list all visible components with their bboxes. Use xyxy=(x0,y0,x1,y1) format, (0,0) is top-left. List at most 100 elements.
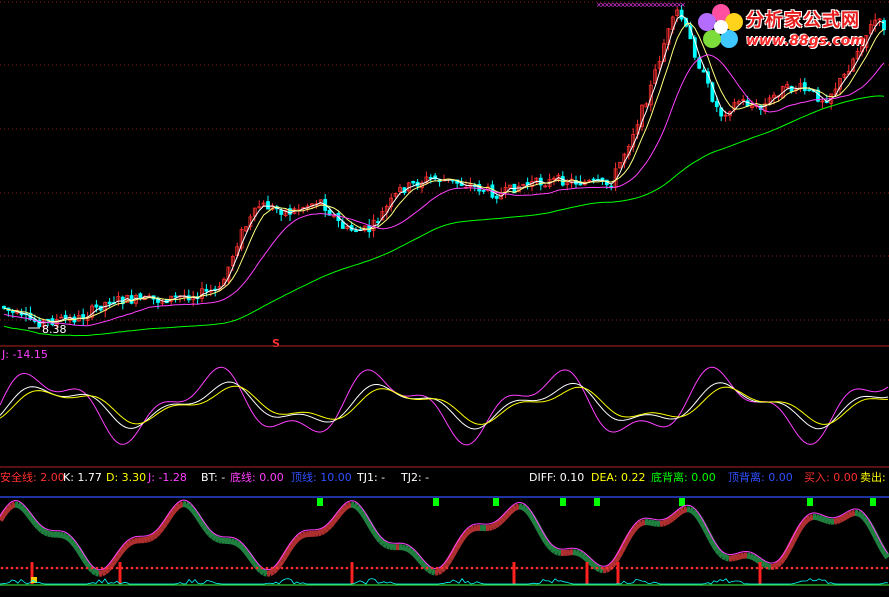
safety-dot xyxy=(305,566,309,570)
top-signal-block xyxy=(807,498,813,506)
safety-dot xyxy=(550,566,554,570)
band-segment xyxy=(61,532,68,540)
safety-dot xyxy=(0,566,4,570)
safety-dot xyxy=(90,566,94,570)
safety-dot xyxy=(130,566,134,570)
band-segment xyxy=(171,505,180,513)
safety-dot xyxy=(160,566,164,570)
chart-canvas[interactable]: ×××××××××××××××××××××× 8.38 S J: -14.15 … xyxy=(0,0,889,597)
safety-dot xyxy=(250,566,254,570)
safety-dot xyxy=(380,566,384,570)
safety-dot xyxy=(195,566,199,570)
safety-dot xyxy=(595,566,599,570)
band-segment xyxy=(347,501,352,509)
safety-dot xyxy=(780,566,784,570)
candle-body xyxy=(591,178,596,181)
buy-signal-bar xyxy=(616,562,620,584)
band-segment xyxy=(240,545,249,554)
safety-dot xyxy=(645,566,649,570)
top-signal-block xyxy=(870,498,876,506)
band-segment xyxy=(856,510,863,518)
safety-dot xyxy=(335,566,339,570)
band-segment xyxy=(288,540,297,549)
safety-dot xyxy=(880,566,884,570)
band-segment xyxy=(59,531,64,539)
ma-line-14 xyxy=(3,54,885,327)
safety-dot xyxy=(665,566,669,570)
safety-dot xyxy=(785,566,789,570)
safety-dot xyxy=(460,566,464,570)
safety-dot xyxy=(390,566,394,570)
ma-line-6 xyxy=(3,22,885,323)
safety-dot xyxy=(700,566,704,570)
safety-dot xyxy=(445,566,449,570)
band-segment xyxy=(498,515,507,524)
band-segment xyxy=(165,512,174,521)
safety-dot xyxy=(20,566,24,570)
safety-dot xyxy=(95,566,99,570)
band-segment xyxy=(721,553,728,561)
indicator-value-bar: 安全线: 2.00K: 1.77 D: 3.30 J: -1.28 BT: - 底线: … xyxy=(0,470,889,484)
kdj-panel[interactable]: J: -14.15 xyxy=(0,348,889,446)
band-segment xyxy=(189,506,198,515)
safety-dot xyxy=(65,566,69,570)
safety-dot xyxy=(235,566,239,570)
safety-dot xyxy=(840,566,844,570)
band-segment xyxy=(664,518,671,526)
band-segment xyxy=(731,554,736,562)
safety-dot xyxy=(275,566,279,570)
candle-body xyxy=(701,69,706,73)
safety-dot xyxy=(620,566,624,570)
candle-body xyxy=(354,230,358,233)
band-segment xyxy=(583,554,590,563)
safety-dot xyxy=(100,566,104,570)
safety-dot xyxy=(35,566,39,570)
band-segment xyxy=(66,536,75,544)
indicator-item: TJ2: - xyxy=(400,471,429,484)
indicator-item: J: -1.28 xyxy=(147,471,187,484)
candle-body xyxy=(107,301,112,305)
candle-body xyxy=(609,185,614,188)
safety-dot xyxy=(815,566,819,570)
band-segment xyxy=(378,538,387,547)
safety-dot xyxy=(220,566,224,570)
safety-dot xyxy=(650,566,654,570)
safety-dot xyxy=(430,566,434,570)
band-segment xyxy=(409,548,416,556)
safety-dot xyxy=(210,566,214,570)
band-segment xyxy=(3,505,12,514)
safety-dot xyxy=(70,566,74,570)
indicator-item: 顶线: 10.00 xyxy=(291,470,352,484)
band-segment xyxy=(809,514,814,521)
band-segment xyxy=(861,515,870,523)
safety-dot xyxy=(830,566,834,570)
indicator-item: 买入: 0.00 xyxy=(804,471,858,484)
band-segment xyxy=(127,539,134,547)
safety-dot xyxy=(565,566,569,570)
safety-dot xyxy=(330,566,334,570)
band-segment xyxy=(336,508,345,517)
safety-dot xyxy=(300,566,304,570)
safety-dot xyxy=(610,566,614,570)
band-segment xyxy=(339,505,348,513)
safety-dot xyxy=(420,566,424,570)
candle-body xyxy=(802,82,807,92)
band-segment xyxy=(201,524,210,532)
band-segment xyxy=(27,514,36,523)
band-segment xyxy=(508,506,515,514)
candle-body xyxy=(481,190,486,192)
band-segment xyxy=(230,538,235,545)
logo-url: www.88gs.com xyxy=(746,33,865,49)
safety-dot xyxy=(505,566,509,570)
safety-dot xyxy=(865,566,869,570)
band-segment xyxy=(352,502,359,510)
band-segment xyxy=(670,513,677,521)
band-segment xyxy=(146,535,151,543)
signal-panel[interactable] xyxy=(0,496,889,586)
band-segment xyxy=(327,520,336,528)
band-segment xyxy=(772,562,779,570)
candle-body xyxy=(266,201,270,210)
candle-body xyxy=(94,304,99,308)
band-segment xyxy=(763,562,770,570)
indicator-item: DEA: 0.22 xyxy=(591,471,645,484)
